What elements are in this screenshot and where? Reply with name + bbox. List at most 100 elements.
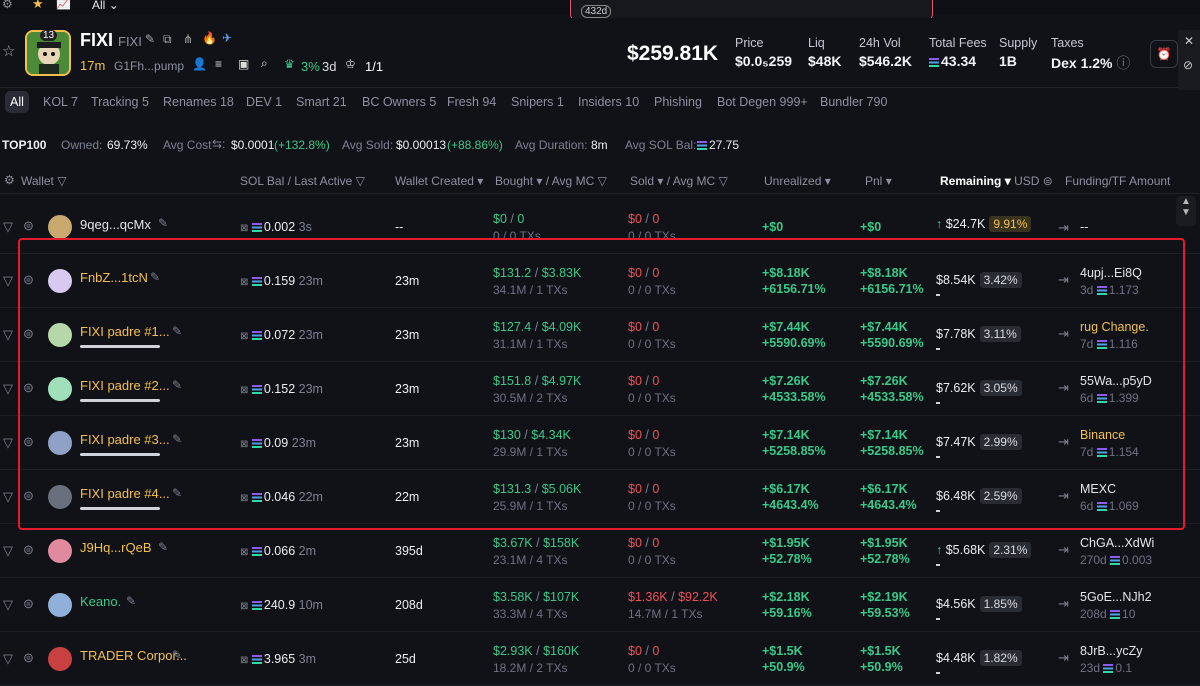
funding-source[interactable]: 5GoE...NJh2 (1080, 590, 1152, 604)
tab-all[interactable]: All (5, 91, 29, 113)
funding-source[interactable]: 8JrB...ycZy (1080, 644, 1143, 658)
telegram-icon[interactable]: ✈ (222, 31, 232, 45)
tab-phishing[interactable]: Phishing (649, 91, 707, 113)
list-icon[interactable]: ⊜ (23, 488, 34, 504)
list-icon[interactable]: ⊜ (23, 272, 34, 288)
filter-row-icon[interactable]: ▽ (3, 597, 13, 613)
edit-icon[interactable]: ✎ (172, 486, 182, 500)
share-icon[interactable]: ⋔ (183, 32, 193, 46)
filter-row-icon[interactable]: ▽ (3, 489, 13, 505)
transfer-icon[interactable]: ⇥ (1058, 542, 1069, 558)
edit-icon[interactable]: ✎ (172, 378, 182, 392)
funding-source[interactable]: ChGA...XdWi (1080, 536, 1154, 550)
transfer-icon[interactable]: ⇥ (1058, 650, 1069, 666)
funding-source[interactable]: MEXC (1080, 482, 1116, 496)
filter-row-icon[interactable]: ▽ (3, 435, 13, 451)
transfer-icon[interactable]: ⇥ (1058, 380, 1069, 396)
funding-source[interactable]: 4upj...Ei8Q (1080, 266, 1142, 280)
transfer-icon[interactable]: ⇥ (1058, 488, 1069, 504)
col-wallet-created[interactable]: Wallet Created ▾ (395, 174, 483, 188)
tab-renames-18[interactable]: Renames 18 (158, 91, 239, 113)
wallet-name[interactable]: 9qeg...qcMx (80, 217, 151, 232)
wallet-name[interactable]: J9Hq...rQeB (80, 540, 152, 555)
copy-icon[interactable]: ⧉ (163, 32, 172, 47)
tab-bc-owners-5[interactable]: BC Owners 5 (357, 91, 441, 113)
settings-icon[interactable]: ⚙ (2, 0, 13, 11)
edit-icon[interactable]: ✎ (172, 648, 182, 662)
scrollbar[interactable]: ▲ ▼ (1176, 196, 1196, 226)
col-pnl[interactable]: Pnl ▾ (865, 174, 892, 188)
col-sol-bal[interactable]: SOL Bal / Last Active ▽ (240, 174, 365, 188)
filter-row-icon[interactable]: ▽ (3, 327, 13, 343)
filter-row-icon[interactable]: ▽ (3, 381, 13, 397)
funding-source[interactable]: 55Wa...p5yD (1080, 374, 1152, 388)
transfer-icon[interactable]: ⇥ (1058, 434, 1069, 450)
funding-source[interactable]: Binance (1080, 428, 1125, 442)
list-icon[interactable]: ⊜ (23, 596, 34, 612)
list-icon[interactable]: ⊜ (23, 218, 34, 234)
transfer-icon[interactable]: ⇥ (1058, 272, 1069, 288)
edit-icon[interactable]: ✎ (172, 432, 182, 446)
edit-icon[interactable]: ✎ (150, 270, 160, 284)
col-wallet[interactable]: Wallet ▽ (21, 174, 66, 188)
eye-off-icon[interactable]: ⊘ (1183, 58, 1193, 72)
edit-icon[interactable]: ✎ (158, 216, 168, 230)
image-edit-icon[interactable]: ▣ (238, 57, 249, 71)
filter-row-icon[interactable]: ▽ (3, 651, 13, 667)
edit-icon[interactable]: ✎ (145, 32, 155, 46)
help-icon[interactable]: ⓘ (1116, 55, 1130, 71)
col-unrealized[interactable]: Unrealized ▾ (764, 174, 831, 188)
list-icon[interactable]: ⊜ (23, 380, 34, 396)
filter-row-icon[interactable]: ▽ (3, 273, 13, 289)
person-icon[interactable]: 👤 (192, 57, 207, 71)
edit-icon[interactable]: ✎ (126, 594, 136, 608)
table-row[interactable]: ▽ ⊜ FIXI padre #3... ✎ ⊠ 0.09 23m 23m $1… (0, 416, 1200, 470)
edit-icon[interactable]: ✎ (158, 540, 168, 554)
wallet-name[interactable]: FIXI padre #2... (80, 378, 170, 393)
alarm-button[interactable]: ⏰ (1150, 40, 1178, 68)
funding-source[interactable]: -- (1080, 220, 1088, 234)
list-icon[interactable]: ⊜ (23, 434, 34, 450)
tab-snipers-1[interactable]: Snipers 1 (506, 91, 569, 113)
table-row[interactable]: ▽ ⊜ FnbZ...1tcN ✎ ⊠ 0.159 23m 23m $131.2… (0, 254, 1200, 308)
table-row[interactable]: ▽ ⊜ FIXI padre #4... ✎ ⊠ 0.046 22m 22m $… (0, 470, 1200, 524)
wallet-name[interactable]: FnbZ...1tcN (80, 270, 148, 285)
col-bought[interactable]: Bought ▾ / Avg MC ▽ (495, 174, 607, 188)
tab-smart-21[interactable]: Smart 21 (291, 91, 352, 113)
tab-dev-1[interactable]: DEV 1 (241, 91, 287, 113)
transfer-icon[interactable]: ⇥ (1058, 596, 1069, 612)
tab-tracking-5[interactable]: Tracking 5 (86, 91, 154, 113)
col-remaining[interactable]: Remaining ▾ USD ⊜ (940, 174, 1053, 188)
filter-row-icon[interactable]: ▽ (3, 219, 13, 235)
table-row[interactable]: ▽ ⊜ TRADER Corpor... ✎ ⊠ 3.965 3m 25d $2… (0, 632, 1200, 686)
col-sold[interactable]: Sold ▾ / Avg MC ▽ (630, 174, 728, 188)
filter-all-dropdown[interactable]: All ⌄ (92, 0, 119, 12)
token-address[interactable]: G1Fh...pump (114, 59, 184, 73)
tab-bot-degen-999[interactable]: Bot Degen 999+ (712, 91, 813, 113)
settings-icon[interactable]: ⚙ (4, 173, 15, 187)
wallet-name[interactable]: FIXI padre #1... (80, 324, 170, 339)
search-icon[interactable]: ⌕ (261, 56, 268, 71)
col-funding[interactable]: Funding/TF Amount (1065, 174, 1170, 188)
transfer-icon[interactable]: ⇥ (1058, 326, 1069, 342)
wallet-name[interactable]: TRADER Corpor... (80, 648, 187, 663)
fire-icon[interactable]: 🔥 (202, 31, 217, 45)
funding-source[interactable]: rug Change. (1080, 320, 1149, 334)
close-icon[interactable]: ✕ (1184, 34, 1194, 48)
tab-fresh-94[interactable]: Fresh 94 (442, 91, 501, 113)
transfer-icon[interactable]: ⇥ (1058, 220, 1069, 236)
menu-icon[interactable]: ≡ (215, 57, 222, 71)
star-outline-icon[interactable]: ☆ (2, 42, 15, 60)
table-row[interactable]: ▽ ⊜ FIXI padre #2... ✎ ⊠ 0.152 23m 23m $… (0, 362, 1200, 416)
filter-row-icon[interactable]: ▽ (3, 543, 13, 559)
tab-insiders-10[interactable]: Insiders 10 (573, 91, 644, 113)
wallet-name[interactable]: Keano. (80, 594, 121, 609)
list-icon[interactable]: ⊜ (23, 650, 34, 666)
chart-icon[interactable]: 📈 (56, 0, 71, 10)
edit-icon[interactable]: ✎ (172, 324, 182, 338)
list-icon[interactable]: ⊜ (23, 326, 34, 342)
table-row[interactable]: ▽ ⊜ FIXI padre #1... ✎ ⊠ 0.072 23m 23m $… (0, 308, 1200, 362)
star-icon[interactable]: ★ (32, 0, 44, 12)
list-icon[interactable]: ⊜ (23, 542, 34, 558)
tab-kol-7[interactable]: KOL 7 (38, 91, 83, 113)
